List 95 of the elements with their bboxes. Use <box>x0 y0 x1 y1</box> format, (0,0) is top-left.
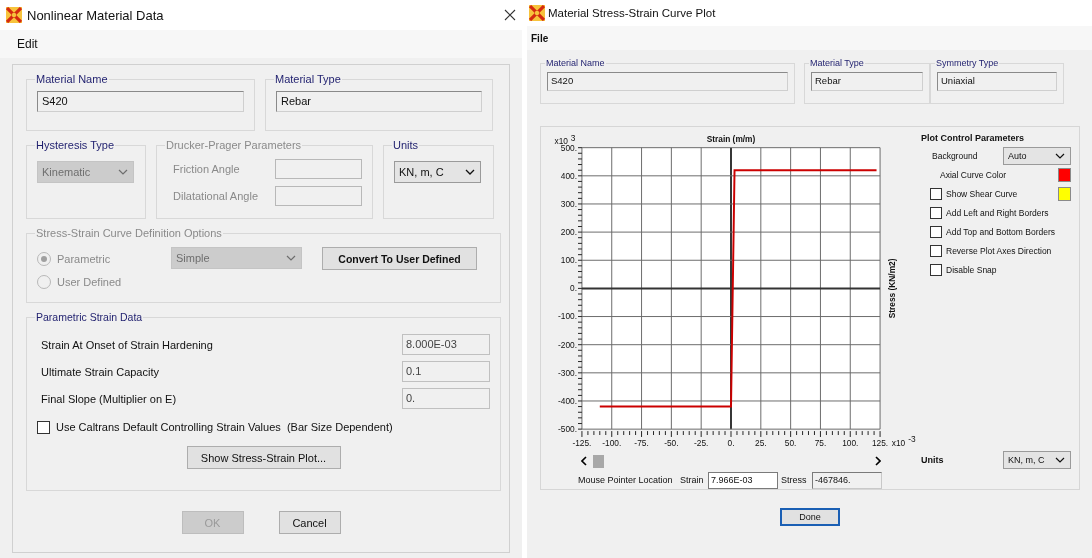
text-field[interactable]: Rebar <box>276 91 482 112</box>
tick-label: -75. <box>634 437 649 448</box>
done-button[interactable]: Done <box>780 508 840 526</box>
tick-label: 25. <box>755 437 767 448</box>
tick-label: -500. <box>558 424 578 435</box>
tick-label: 400. <box>560 170 578 181</box>
color-swatch[interactable] <box>1058 186 1071 201</box>
text-field[interactable]: S420 <box>547 72 788 91</box>
close-icon[interactable] <box>504 9 516 21</box>
group-title: Hysteresis Type <box>35 139 116 151</box>
field-label: Units <box>921 455 944 465</box>
mouse-pointer-label: Mouse Pointer Location <box>578 475 674 486</box>
group-title: Symmetry Type <box>935 58 1000 68</box>
section-title: Plot Control Parameters <box>921 133 1026 143</box>
group-title: Units <box>392 139 420 151</box>
group-title: Material Name <box>35 73 109 85</box>
tick-label: -100. <box>602 437 622 448</box>
show-plot-button[interactable]: Show Stress-Strain Plot... <box>186 446 341 469</box>
group-title: Stress-Strain Curve Definition Options <box>35 227 223 239</box>
group-title: Material Type <box>274 73 342 85</box>
group-title: Material Name <box>545 58 606 68</box>
input-field[interactable] <box>275 158 362 179</box>
dialog-button[interactable]: Cancel <box>278 511 341 534</box>
field-label: Strain <box>680 475 705 486</box>
checkbox[interactable] <box>930 187 942 200</box>
checkbox[interactable] <box>930 206 942 219</box>
input-field[interactable]: 0.1 <box>402 361 490 382</box>
axis-title: Strain (m/m) <box>706 133 756 144</box>
axis-title: Stress (KN/m2) <box>886 258 897 319</box>
tick-label: -25. <box>694 437 709 448</box>
group-title: Material Type <box>809 58 865 68</box>
tick-label: -400. <box>558 395 578 406</box>
tick-label: -100. <box>558 311 578 322</box>
tick-label: 50. <box>784 437 797 448</box>
checkbox-label: Disable Snap <box>946 264 997 275</box>
checkbox-label: Add Top and Bottom Borders <box>946 226 1055 237</box>
field-label: Final Slope (Multiplier on E) <box>41 392 177 405</box>
units-dropdown[interactable]: KN, m, C <box>394 161 481 183</box>
checkbox-label: Use Caltrans Default Controlling Strain Values (Bar Size Dependent) <box>56 421 393 433</box>
app-logo-icon <box>529 5 545 21</box>
radio-label: User Defined <box>57 275 122 288</box>
scrollbar-thumb[interactable] <box>593 455 604 468</box>
menu-item[interactable]: Edit <box>17 37 38 51</box>
input-field[interactable]: 8.000E-03 <box>402 334 490 355</box>
menu-item[interactable]: File <box>531 32 549 44</box>
text-field[interactable]: Rebar <box>811 72 923 91</box>
window-title: Nonlinear Material Data <box>27 7 165 23</box>
group-title: Parametric Strain Data <box>35 311 144 323</box>
tick-label: -50. <box>664 437 679 448</box>
chevron-right-icon[interactable] <box>875 456 881 467</box>
field-label: Background <box>932 151 979 161</box>
group-title: Drucker-Prager Parameters <box>165 139 303 151</box>
units-dropdown[interactable]: KN, m, C <box>1003 451 1071 469</box>
tick-label: -200. <box>558 339 578 350</box>
window-title: Material Stress-Strain Curve Plot <box>548 7 717 19</box>
stress-field[interactable]: -467846. <box>812 471 882 489</box>
chevron-down-icon <box>1055 457 1065 463</box>
strain-field[interactable]: 7.966E-03 <box>708 471 778 489</box>
checkbox[interactable] <box>930 244 942 257</box>
chevron-down-icon <box>118 169 128 175</box>
radio-label: Parametric <box>57 252 111 265</box>
chevron-left-icon[interactable] <box>581 456 587 467</box>
color-swatch[interactable] <box>1058 167 1071 182</box>
chevron-down-icon <box>1055 153 1065 159</box>
tick-label: 75. <box>814 437 827 448</box>
input-field[interactable] <box>275 185 362 206</box>
checkbox-label: Show Shear Curve <box>946 188 1018 199</box>
field-label: Friction Angle <box>172 162 240 175</box>
tick-label: -300. <box>558 367 578 378</box>
field-label: Strain At Onset of Strain Hardening <box>41 338 213 351</box>
tick-label: 300. <box>560 198 578 209</box>
chevron-down-icon <box>286 255 296 261</box>
checkbox-label: Add Left and Right Borders <box>946 207 1049 218</box>
checkbox[interactable] <box>37 420 50 434</box>
tick-label: 0. <box>727 437 735 448</box>
tick-label: 0. <box>570 283 578 294</box>
background-dropdown[interactable]: Auto <box>1003 147 1071 165</box>
text-field[interactable]: S420 <box>37 91 244 112</box>
checkbox-label: Reverse Plot Axes Direction <box>946 245 1052 256</box>
checkbox[interactable] <box>930 225 942 238</box>
app-logo-icon <box>6 7 22 23</box>
tick-label: 200. <box>560 227 578 238</box>
tick-label: -125. <box>572 437 592 448</box>
axis-multiplier: x10 -3 <box>891 433 916 448</box>
text-field[interactable]: Uniaxial <box>937 72 1057 91</box>
tick-label: 100. <box>842 437 859 448</box>
field-label: Axial Curve Color <box>939 169 1007 180</box>
tick-label: 100. <box>560 255 578 266</box>
field-label: Dilatational Angle <box>172 189 258 202</box>
field-label: Stress <box>780 475 808 486</box>
field-label: Ultimate Strain Capacity <box>41 365 159 378</box>
checkbox[interactable] <box>930 263 942 276</box>
chevron-down-icon <box>465 169 475 175</box>
tick-label: 125. <box>871 437 889 448</box>
input-field[interactable]: 0. <box>402 388 490 409</box>
